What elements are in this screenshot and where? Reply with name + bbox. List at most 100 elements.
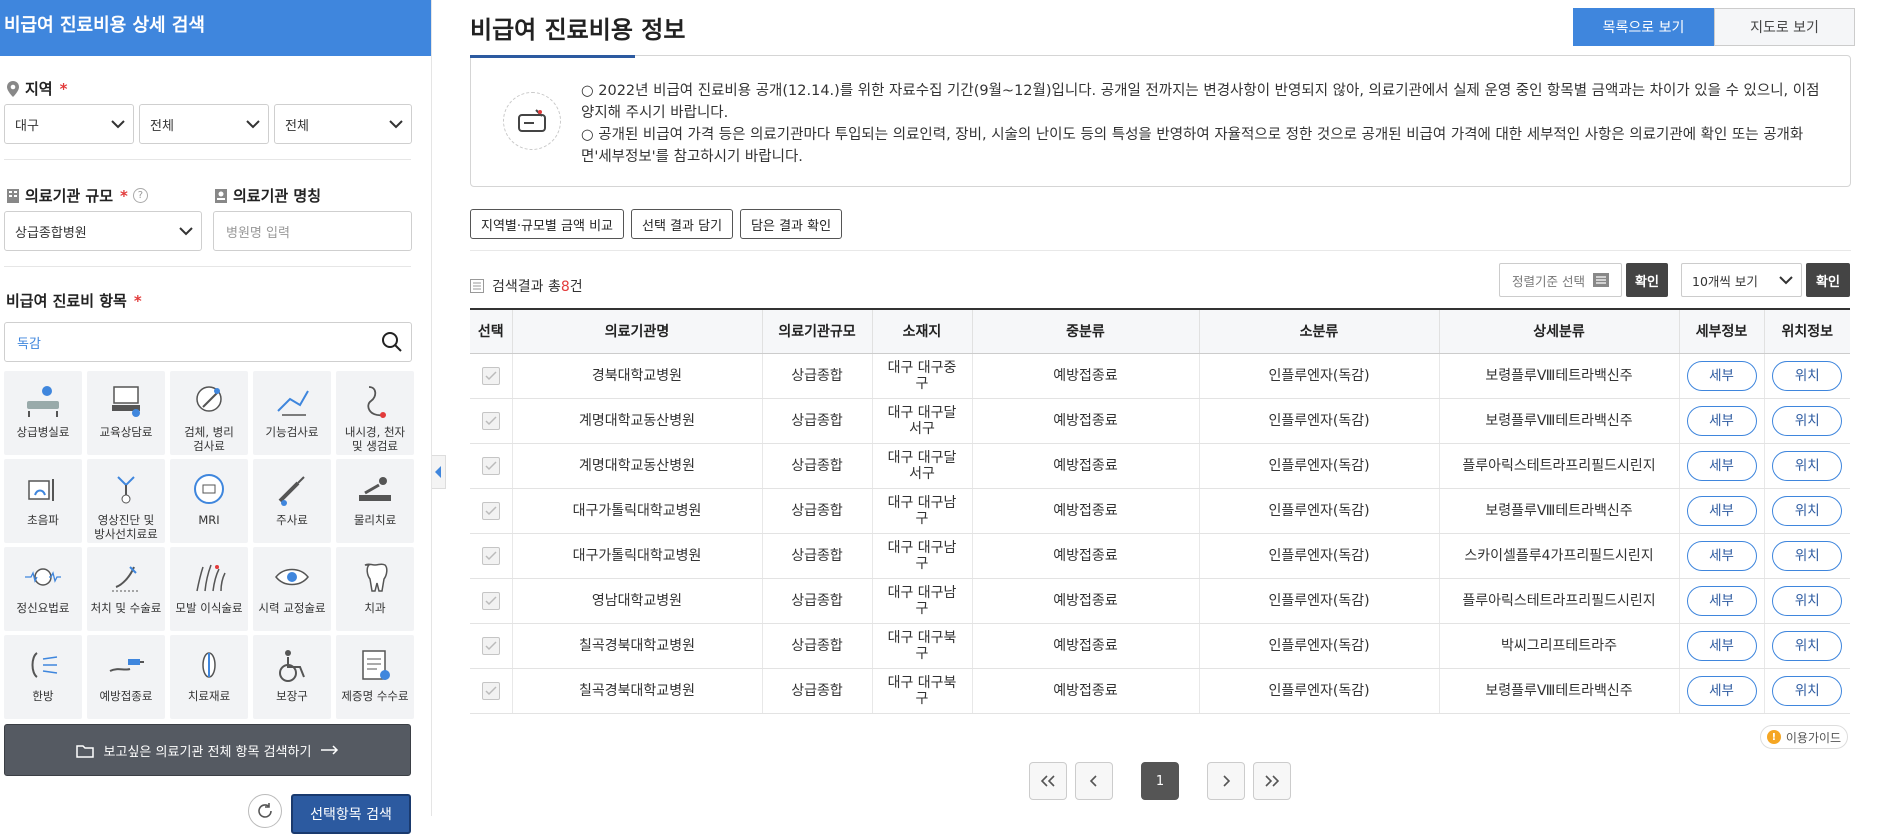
location-info-cell: 위치 <box>1763 533 1850 579</box>
category-item[interactable]: 한방 <box>4 635 82 719</box>
required-mark: * <box>133 291 142 310</box>
location-button[interactable]: 위치 <box>1772 360 1843 391</box>
item-search-input[interactable]: 독감 <box>4 322 412 362</box>
category-label: 모발 이식술료 <box>175 601 243 615</box>
view-saved-button[interactable]: 담은 결과 확인 <box>740 209 843 239</box>
medical-material-icon <box>189 643 229 687</box>
location-button[interactable]: 위치 <box>1772 540 1843 571</box>
location-button[interactable]: 위치 <box>1772 405 1843 436</box>
category-item[interactable]: 정신요법료 <box>4 547 82 631</box>
row-checkbox[interactable] <box>481 546 500 565</box>
save-selection-button[interactable]: 선택 결과 담기 <box>631 209 734 239</box>
detail-button[interactable]: 세부 <box>1686 405 1757 436</box>
reset-button[interactable] <box>248 794 282 828</box>
hospital-name: 대구가톨릭대학교병원 <box>511 533 762 579</box>
region-city-select[interactable]: 대구 <box>4 104 134 144</box>
checkmark-icon <box>485 640 497 650</box>
first-page-button[interactable] <box>1029 762 1067 800</box>
detail-button[interactable]: 세부 <box>1686 630 1757 661</box>
row-checkbox[interactable] <box>481 501 500 520</box>
search-selected-button[interactable]: 선택항목 검색 <box>291 794 411 834</box>
region-dong-select[interactable]: 전체 <box>274 104 412 144</box>
category-item[interactable]: 치과 <box>336 547 414 631</box>
detail-button[interactable]: 세부 <box>1686 675 1757 706</box>
sub-category: 인플루엔자(독감) <box>1198 488 1439 534</box>
row-checkbox[interactable] <box>481 636 500 655</box>
select-cell <box>470 443 512 489</box>
microscope-icon <box>189 379 229 423</box>
mid-category: 예방접종료 <box>971 578 1199 624</box>
last-page-button[interactable] <box>1253 762 1291 800</box>
category-item[interactable]: 물리치료 <box>336 459 414 543</box>
per-page-select[interactable]: 10개씩 보기 <box>1681 263 1802 297</box>
search-all-items-button[interactable]: 보고싶은 의료기관 전체 항목 검색하기 <box>4 724 411 776</box>
sort-confirm-button[interactable]: 확인 <box>1626 263 1668 297</box>
row-checkbox[interactable] <box>481 366 500 385</box>
category-item[interactable]: 상급병실료 <box>4 371 82 455</box>
tab-list-view[interactable]: 목록으로 보기 <box>1573 8 1714 46</box>
detail-button[interactable]: 세부 <box>1686 495 1757 526</box>
location-button[interactable]: 위치 <box>1772 585 1843 616</box>
row-checkbox[interactable] <box>481 591 500 610</box>
detail-button[interactable]: 세부 <box>1686 450 1757 481</box>
category-item[interactable]: 모발 이식술료 <box>170 547 248 631</box>
per-page-confirm-button[interactable]: 확인 <box>1806 263 1850 297</box>
compare-by-region-button[interactable]: 지역별·규모별 금액 비교 <box>470 209 624 239</box>
detail-info-cell: 세부 <box>1678 443 1764 489</box>
category-item[interactable]: 처치 및 수술료 <box>87 547 165 631</box>
location-button[interactable]: 위치 <box>1772 450 1843 481</box>
row-checkbox[interactable] <box>481 456 500 475</box>
scale-select[interactable]: 상급종합병원 <box>4 211 202 251</box>
category-item[interactable]: 주사료 <box>253 459 331 543</box>
region-district-select[interactable]: 전체 <box>139 104 269 144</box>
tab-map-view[interactable]: 지도로 보기 <box>1714 8 1855 46</box>
detail-button[interactable]: 세부 <box>1686 360 1757 391</box>
category-item[interactable]: 기능검사료 <box>253 371 331 455</box>
row-checkbox[interactable] <box>481 681 500 700</box>
page-1-button[interactable]: 1 <box>1141 762 1179 800</box>
next-page-button[interactable] <box>1207 762 1245 800</box>
category-item[interactable]: 내시경, 천자 및 생검료 <box>336 371 414 455</box>
sort-select[interactable]: 정렬기준 선택 <box>1499 263 1622 297</box>
select-cell <box>470 623 512 669</box>
category-item[interactable]: 영상진단 및 방사선치료료 <box>87 459 165 543</box>
category-item[interactable]: MRI <box>170 459 248 543</box>
category-label: 검체, 병리 검사료 <box>184 425 234 453</box>
location-button[interactable]: 위치 <box>1772 675 1843 706</box>
chevron-down-icon <box>381 119 411 129</box>
category-item[interactable]: 보장구 <box>253 635 331 719</box>
category-item[interactable]: 치료재료 <box>170 635 248 719</box>
mid-category: 예방접종료 <box>971 398 1199 444</box>
location-button[interactable]: 위치 <box>1772 495 1843 526</box>
category-item[interactable]: 초음파 <box>4 459 82 543</box>
hospital-scale: 상급종합 <box>761 353 872 399</box>
category-label: 제증명 수수료 <box>341 689 409 703</box>
sub-category: 인플루엔자(독감) <box>1198 443 1439 489</box>
collapse-sidebar-button[interactable] <box>432 455 446 489</box>
category-item[interactable]: 검체, 병리 검사료 <box>170 371 248 455</box>
category-item[interactable]: 예방접종료 <box>87 635 165 719</box>
category-item[interactable]: 시력 교정술료 <box>253 547 331 631</box>
location-info-cell: 위치 <box>1763 353 1850 399</box>
double-chevron-left-icon <box>1040 775 1055 787</box>
search-icon[interactable] <box>381 331 403 353</box>
category-item[interactable]: 제증명 수수료 <box>336 635 414 719</box>
hospital-name-input[interactable]: 병원명 입력 <box>213 211 412 251</box>
hospital-scale: 상급종합 <box>761 533 872 579</box>
location-button[interactable]: 위치 <box>1772 630 1843 661</box>
category-item[interactable]: 교육상담료 <box>87 371 165 455</box>
help-icon[interactable]: ? <box>132 188 148 203</box>
row-checkbox[interactable] <box>481 411 500 430</box>
hospital-location: 대구 대구달서구 <box>871 398 972 444</box>
id-card-icon <box>215 189 227 203</box>
prev-page-button[interactable] <box>1075 762 1113 800</box>
checkmark-icon <box>485 370 497 380</box>
hospital-name: 영남대학교병원 <box>511 578 762 624</box>
category-label: 정신요법료 <box>16 601 70 615</box>
usage-guide-button[interactable]: ! 이용가이드 <box>1760 725 1848 749</box>
detail-button[interactable]: 세부 <box>1686 540 1757 571</box>
list-icon <box>1592 273 1609 287</box>
detail-button[interactable]: 세부 <box>1686 585 1757 616</box>
counseling-icon <box>106 379 146 423</box>
table-row: 대구가톨릭대학교병원 상급종합 대구 대구남구 예방접종료 인플루엔자(독감) 스카이셀플… <box>470 533 1850 579</box>
